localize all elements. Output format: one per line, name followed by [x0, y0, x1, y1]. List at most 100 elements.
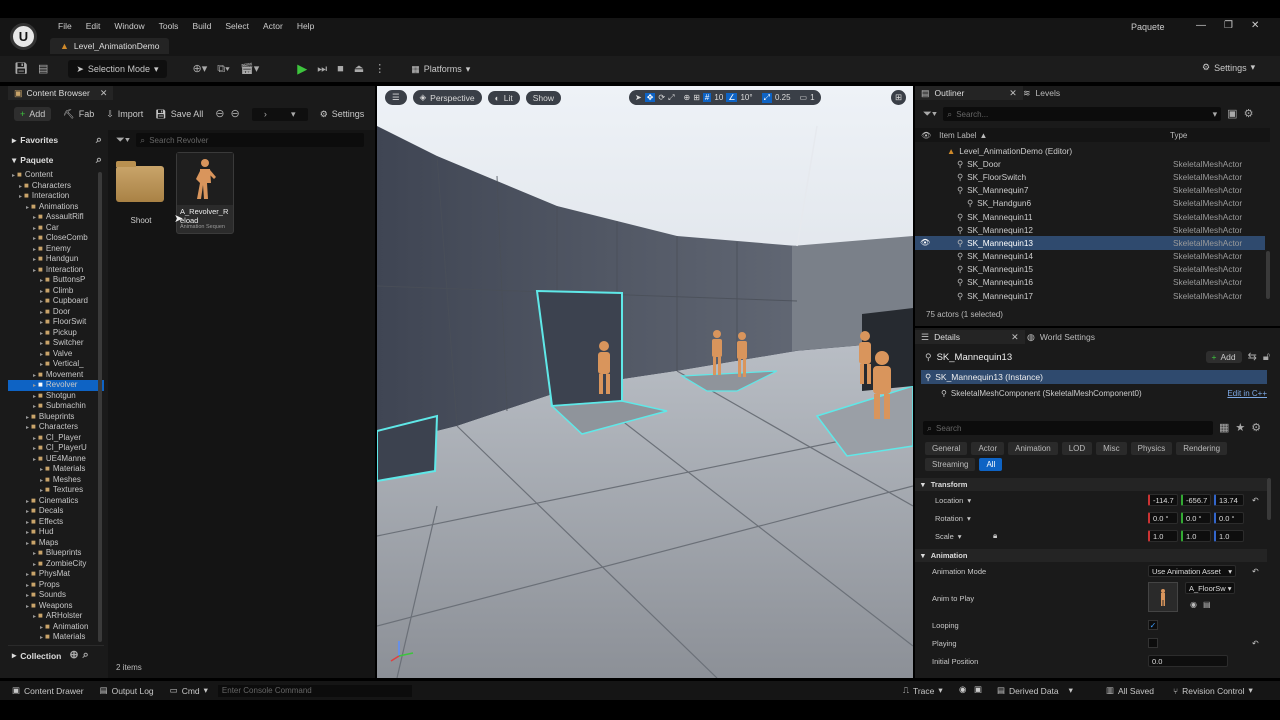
- rotate-tool-icon[interactable]: ⟳: [658, 93, 665, 102]
- chevron-right-icon[interactable]: ▸: [33, 436, 36, 442]
- perspective-button[interactable]: ◈ Perspective: [412, 90, 482, 105]
- folder-tree-item[interactable]: ▸ ■ CI_PlayerU: [8, 443, 104, 454]
- chevron-right-icon[interactable]: ▸: [33, 446, 36, 452]
- scale-y-input[interactable]: 1.0: [1181, 530, 1211, 542]
- scale-snap-icon[interactable]: ⤢: [761, 92, 772, 103]
- outliner-row[interactable]: ⚲ SK_Mannequin14 SkeletalMeshActor: [915, 250, 1265, 263]
- eye-icon[interactable]: 👁︎: [920, 238, 930, 247]
- select-tool-icon[interactable]: ➤: [635, 93, 642, 102]
- chevron-right-icon[interactable]: ▸: [40, 362, 43, 368]
- chevron-right-icon[interactable]: ▸: [33, 562, 36, 568]
- collection-header[interactable]: ▸ Collection ⊕ ⌕: [8, 645, 104, 665]
- asset-folder-tile[interactable]: Shoot: [116, 158, 166, 228]
- close-icon[interactable]: ✕: [1011, 332, 1019, 343]
- eye-icon[interactable]: 👁︎: [921, 131, 931, 140]
- chevron-right-icon[interactable]: ▸: [33, 404, 36, 410]
- stop-icon[interactable]: ■: [337, 63, 344, 75]
- folder-tree-item[interactable]: ▸ ■ CI_Player: [8, 433, 104, 444]
- folder-tree-item[interactable]: ▸ ■ Interaction: [8, 265, 104, 276]
- content-drawer-button[interactable]: ▣ Content Drawer: [12, 685, 84, 696]
- angle-snap-icon[interactable]: ∠: [726, 93, 738, 102]
- folder-tree-item[interactable]: ▸ ■ Materials: [8, 464, 104, 475]
- chevron-right-icon[interactable]: ▸: [26, 572, 29, 578]
- all-saved-button[interactable]: ▥ All Saved: [1106, 685, 1154, 696]
- chevron-right-icon[interactable]: ▸: [33, 373, 36, 379]
- folder-tree-item[interactable]: ▸ ■ Characters: [8, 181, 104, 192]
- cinematics-icon[interactable]: 🎬︎▾: [240, 63, 260, 75]
- edit-cpp-link[interactable]: Edit in C++: [1227, 389, 1267, 398]
- chevron-right-icon[interactable]: ▸: [19, 194, 22, 200]
- add-component-button[interactable]: + Add: [1205, 351, 1242, 363]
- scale-x-input[interactable]: 1.0: [1148, 530, 1178, 542]
- folder-tree-item[interactable]: ▸ ■ Cinematics: [8, 496, 104, 507]
- folder-tree-item[interactable]: ▸ ■ ZombieCity: [8, 559, 104, 570]
- history-forward-icon[interactable]: ⊖: [230, 108, 239, 120]
- folder-tree-item[interactable]: ▸ ■ Valve: [8, 349, 104, 360]
- fab-button[interactable]: ⛏ Fab: [63, 109, 94, 120]
- surface-snap-icon[interactable]: ⊞: [693, 93, 700, 102]
- derived-data-button[interactable]: ▤ Derived Data ▾: [997, 685, 1073, 696]
- outliner-row[interactable]: ⚲ SK_Door SkeletalMeshActor: [915, 157, 1265, 170]
- add-folder-icon[interactable]: ▣: [1227, 108, 1237, 120]
- details-instance-row[interactable]: ⚲ SK_Mannequin13 (Instance): [921, 370, 1267, 384]
- outliner-row[interactable]: ⚲ SK_Mannequin7 SkeletalMeshActor: [915, 184, 1265, 197]
- chevron-right-icon[interactable]: ▸: [26, 425, 29, 431]
- settings-button[interactable]: ⚙ Settings ▾: [1202, 62, 1255, 73]
- maximize-viewport-icon[interactable]: ⊞: [891, 90, 907, 105]
- folder-tree-item[interactable]: ▸ ■ PhysMat: [8, 569, 104, 580]
- camera-speed-value[interactable]: 1: [810, 93, 814, 102]
- translate-tool-icon[interactable]: ✥: [644, 93, 656, 102]
- details-scrollbar[interactable]: [1267, 478, 1271, 520]
- chevron-right-icon[interactable]: ▸: [33, 247, 36, 253]
- blueprint-icon[interactable]: ⇆: [1248, 351, 1257, 363]
- folder-tree-item[interactable]: ▸ ■ Blueprints: [8, 412, 104, 423]
- gear-icon[interactable]: ⚙: [1251, 422, 1261, 434]
- cmd-dropdown[interactable]: ▭ Cmd ▾: [170, 685, 208, 696]
- angle-snap-value[interactable]: 10°: [740, 93, 752, 102]
- rotation-y-input[interactable]: 0.0 °: [1181, 512, 1211, 524]
- scale-snap-value[interactable]: 0.25: [775, 93, 791, 102]
- reset-icon[interactable]: ↶: [1252, 567, 1259, 576]
- content-browser-tab[interactable]: ▣ Content Browser ✕: [8, 86, 114, 100]
- chevron-right-icon[interactable]: ▸: [40, 299, 43, 305]
- outliner-row[interactable]: ⚲ SK_Mannequin16 SkeletalMeshActor: [915, 276, 1265, 289]
- chevron-right-icon[interactable]: ▸: [26, 593, 29, 599]
- star-icon[interactable]: ★: [1235, 422, 1245, 434]
- chevron-right-icon[interactable]: ▸: [26, 583, 29, 589]
- chevron-right-icon[interactable]: ▸: [40, 635, 43, 641]
- chevron-right-icon[interactable]: ▸: [33, 268, 36, 274]
- chevron-right-icon[interactable]: ▸: [40, 488, 43, 494]
- details-component-row[interactable]: ⚲ SkeletalMeshComponent (SkeletalMeshCom…: [941, 387, 1267, 399]
- folder-tree-item[interactable]: ▸ ■ Enemy: [8, 244, 104, 255]
- close-icon[interactable]: ✕: [1009, 88, 1017, 99]
- folder-tree-item[interactable]: ▸ ■ CloseComb: [8, 233, 104, 244]
- maximize-icon[interactable]: ❐: [1224, 20, 1233, 31]
- menu-item-edit[interactable]: Edit: [79, 21, 108, 31]
- folder-tree-item[interactable]: ▸ ■ Weapons: [8, 601, 104, 612]
- folder-tree-item[interactable]: ▸ ■ Car: [8, 223, 104, 234]
- asset-animation-tile[interactable]: A_Revolver_Reload Animation Sequen: [176, 152, 234, 234]
- more-options-icon[interactable]: ⋮: [374, 63, 385, 75]
- output-log-button[interactable]: ▤ Output Log: [100, 685, 154, 696]
- folder-tree-item[interactable]: ▸ ■ Revolver: [8, 380, 104, 391]
- project-header[interactable]: ▾ Paquete ⌕: [8, 150, 104, 170]
- chevron-right-icon[interactable]: ▸: [33, 383, 36, 389]
- gear-icon[interactable]: ⚙: [1244, 108, 1254, 120]
- search-icon[interactable]: ⌕: [96, 154, 102, 166]
- folder-tree-item[interactable]: ▸ ■ Sounds: [8, 590, 104, 601]
- folder-tree-item[interactable]: ▸ ■ Submachin: [8, 401, 104, 412]
- menu-item-window[interactable]: Window: [107, 21, 151, 31]
- import-button[interactable]: ⇩ Import: [106, 109, 143, 120]
- folder-tree-item[interactable]: ▸ ■ Maps: [8, 538, 104, 549]
- chevron-right-icon[interactable]: ▸: [26, 415, 29, 421]
- snapshot-icon[interactable]: ▣: [974, 684, 982, 695]
- folder-tree-item[interactable]: ▸ ■ Climb: [8, 286, 104, 297]
- menu-item-actor[interactable]: Actor: [256, 21, 290, 31]
- step-icon[interactable]: ⏭: [317, 63, 327, 75]
- menu-item-build[interactable]: Build: [185, 21, 218, 31]
- outliner-search-input[interactable]: ⌕ Search... ▾: [943, 107, 1222, 121]
- add-collection-icon[interactable]: ⊕: [69, 650, 78, 661]
- folder-tree-item[interactable]: ▸ ■ Animation: [8, 622, 104, 633]
- folder-tree-item[interactable]: ▸ ■ Meshes: [8, 475, 104, 486]
- type-header[interactable]: Type: [1170, 131, 1187, 140]
